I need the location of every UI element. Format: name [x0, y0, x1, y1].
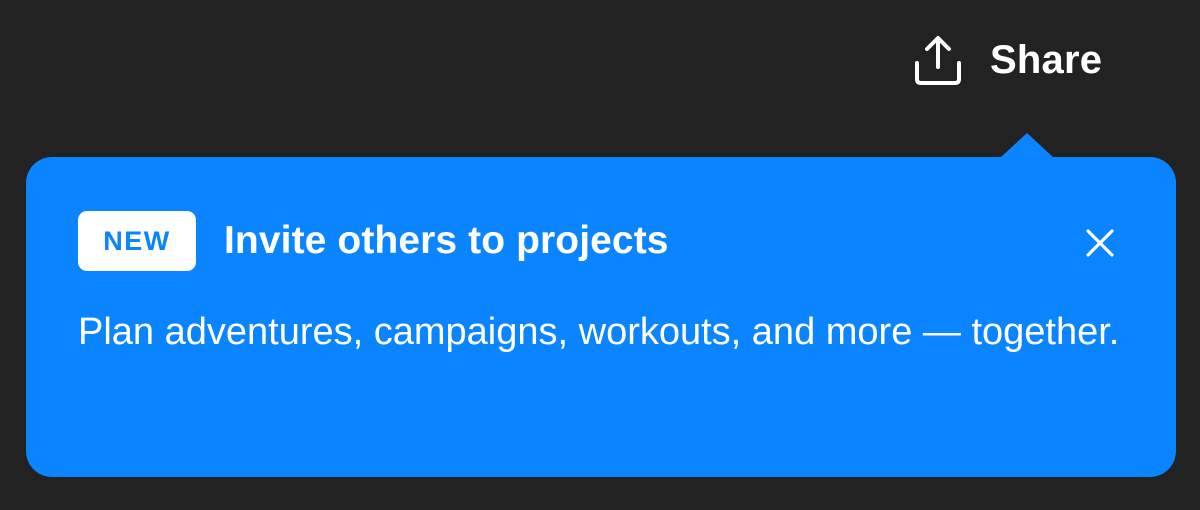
popover-body: Plan adventures, campaigns, workouts, an… — [78, 311, 1120, 353]
share-label: Share — [990, 37, 1103, 82]
app-window: Share NEW Invite others to projects Plan… — [0, 0, 1200, 510]
close-button[interactable] — [1078, 221, 1122, 265]
new-badge: NEW — [78, 211, 196, 271]
invite-popover: NEW Invite others to projects Plan adven… — [26, 133, 1176, 477]
close-icon — [1085, 228, 1115, 258]
popover-title: Invite others to projects — [224, 219, 669, 262]
popover-header: NEW Invite others to projects — [78, 211, 669, 271]
popover-arrow — [1000, 133, 1054, 158]
share-button[interactable]: Share — [896, 26, 1116, 94]
share-upload-icon — [910, 32, 966, 88]
